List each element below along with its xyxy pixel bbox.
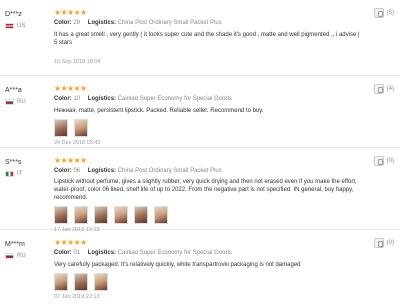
review-text: It has a great smell , very gently ( it … (54, 32, 360, 46)
logistics-value: Cainiao Super Economy for Special Goods (117, 250, 232, 256)
review-text: Very carefully packaged. It's relatively… (54, 262, 301, 268)
review-item: S***s IT ★ ★ ★ ★ ★ Color: 06 Logistics: … (0, 148, 400, 233)
color-value: 01 (73, 250, 81, 256)
review-photo-thumbnail[interactable] (134, 206, 148, 224)
review-photo-thumbnail[interactable] (154, 206, 168, 224)
star-icon: ★ (80, 84, 88, 93)
review-date: 07 Jan 2019 22:13 (54, 294, 100, 300)
reviewer-country: IT (5, 171, 51, 177)
star-rating: ★ ★ ★ ★ ★ (54, 8, 360, 17)
reviewer-info: S***s IT (5, 158, 51, 177)
review-body: ★ ★ ★ ★ ★ Color: 29 Logistics: China Pos… (54, 8, 360, 65)
review-text: Lipstick without perfume, gives a slight… (54, 179, 357, 201)
helpful-button[interactable]: (0) (373, 238, 394, 248)
us-flag-icon (5, 23, 14, 29)
color-value: 29 (73, 20, 81, 26)
helpful-button[interactable]: (0) (373, 156, 394, 166)
ru-flag-icon (5, 99, 14, 105)
thumbs-up-icon (373, 8, 384, 18)
reviewer-name: M***m (5, 241, 25, 248)
review-photo-thumbnail[interactable] (74, 273, 88, 291)
star-icon: ★ (80, 8, 88, 17)
reviewer-name: D***z (5, 11, 22, 18)
star-rating: ★ ★ ★ ★ ★ (54, 84, 360, 93)
country-code: RU (17, 99, 26, 105)
review-photo-thumbnail[interactable] (54, 119, 68, 137)
logistics-label: Logistics: (87, 96, 117, 102)
reviewer-country: RU (5, 253, 51, 259)
it-flag-icon (5, 171, 14, 177)
review-photo-thumbnail[interactable] (54, 273, 68, 291)
reviewer-country: RU (5, 99, 51, 105)
star-icon: ★ (80, 156, 88, 165)
review-body: ★ ★ ★ ★ ★ Color: 06 Logistics: China Pos… (54, 156, 360, 233)
color-label: Color: (54, 20, 72, 26)
helpful-button[interactable]: (5) (373, 8, 394, 18)
logistics-value: Cainiao Super Economy for Special Goods (117, 96, 232, 102)
color-value: 10 (73, 96, 81, 102)
review-photo-thumbnail[interactable] (94, 273, 108, 291)
order-info: Color: 01 Logistics: Cainiao Super Econo… (54, 250, 360, 256)
reviewer-country: US (5, 23, 51, 29)
logistics-value: China Post Ordinary Small Packet Plus (117, 168, 222, 174)
thumbs-up-icon (373, 156, 384, 166)
star-rating: ★ ★ ★ ★ ★ (54, 238, 360, 247)
review-photos (54, 273, 360, 291)
review-item: D***z US ★ ★ ★ ★ ★ Color: 29 Logistics: … (0, 0, 400, 76)
review-date: 24 Dec 2018 03:42 (54, 140, 101, 146)
star-icon: ★ (80, 238, 88, 247)
review-photos (54, 119, 360, 137)
order-info: Color: 10 Logistics: Cainiao Super Econo… (54, 96, 360, 102)
review-item: M***m RU ★ ★ ★ ★ ★ Color: 01 Logistics: … (0, 230, 400, 306)
color-label: Color: (54, 96, 72, 102)
color-label: Color: (54, 250, 72, 256)
reviewer-info: M***m RU (5, 240, 51, 259)
ru-flag-icon (5, 253, 14, 259)
helpful-button[interactable]: (4) (373, 84, 394, 94)
review-body: ★ ★ ★ ★ ★ Color: 10 Logistics: Cainiao S… (54, 84, 360, 146)
helpful-count: (0) (386, 240, 394, 246)
country-code: US (17, 23, 26, 29)
review-photo-thumbnail[interactable] (54, 206, 68, 224)
review-body: ★ ★ ★ ★ ★ Color: 01 Logistics: Cainiao S… (54, 238, 360, 300)
review-text: Нежная, matte, persistent lipstick. Pack… (54, 108, 264, 114)
helpful-count: (0) (386, 158, 394, 164)
color-label: Color: (54, 168, 72, 174)
helpful-count: (5) (386, 10, 394, 16)
helpful-count: (4) (386, 86, 394, 92)
logistics-label: Logistics: (87, 168, 117, 174)
review-item: A***a RU ★ ★ ★ ★ ★ Color: 10 Logistics: … (0, 76, 400, 148)
review-photo-thumbnail[interactable] (94, 206, 108, 224)
logistics-label: Logistics: (87, 250, 117, 256)
reviewer-name: A***a (5, 87, 22, 94)
order-info: Color: 29 Logistics: China Post Ordinary… (54, 20, 360, 26)
review-photos (54, 206, 360, 224)
review-photo-thumbnail[interactable] (74, 206, 88, 224)
star-rating: ★ ★ ★ ★ ★ (54, 156, 360, 165)
review-date: 10 Sep 2018 18:04 (54, 59, 101, 65)
logistics-value: China Post Ordinary Small Packet Plus (117, 20, 222, 26)
review-photo-thumbnail[interactable] (114, 206, 128, 224)
order-info: Color: 06 Logistics: China Post Ordinary… (54, 168, 360, 174)
country-code: IT (17, 171, 23, 177)
thumbs-up-icon (373, 84, 384, 94)
reviewer-name: S***s (5, 159, 22, 166)
reviewer-info: A***a RU (5, 86, 51, 105)
logistics-label: Logistics: (87, 20, 117, 26)
review-photo-thumbnail[interactable] (74, 119, 88, 137)
reviewer-info: D***z US (5, 10, 51, 29)
thumbs-up-icon (373, 238, 384, 248)
color-value: 06 (73, 168, 81, 174)
country-code: RU (17, 253, 26, 259)
